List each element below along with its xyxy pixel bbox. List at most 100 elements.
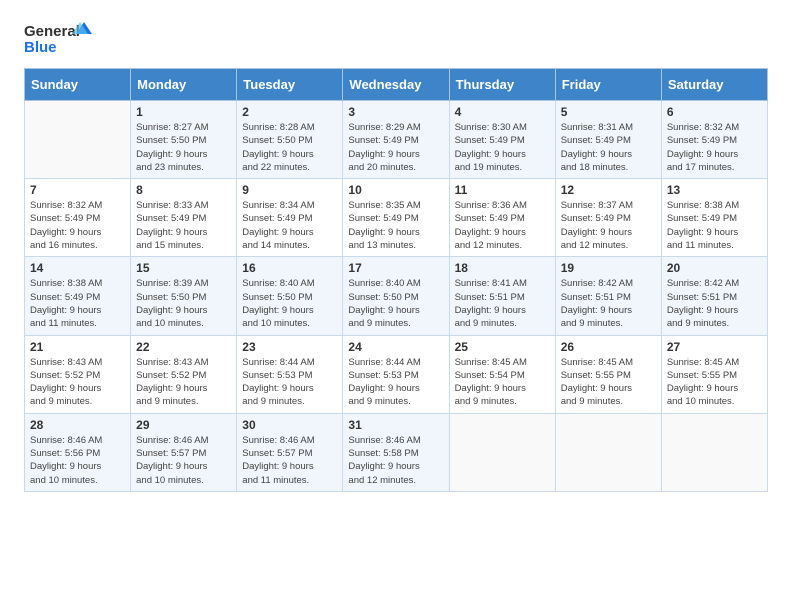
calendar-header-row: SundayMondayTuesdayWednesdayThursdayFrid… (25, 69, 768, 101)
calendar-cell: 9Sunrise: 8:34 AMSunset: 5:49 PMDaylight… (237, 179, 343, 257)
day-info: Sunrise: 8:42 AMSunset: 5:51 PMDaylight:… (561, 277, 656, 330)
day-info: Sunrise: 8:32 AMSunset: 5:49 PMDaylight:… (30, 199, 125, 252)
calendar-cell (25, 101, 131, 179)
day-number: 27 (667, 340, 762, 354)
day-info: Sunrise: 8:46 AMSunset: 5:57 PMDaylight:… (242, 434, 337, 487)
calendar-cell: 20 Sunrise: 8:42 AMSunset: 5:51 PMDayligh… (661, 257, 767, 335)
day-number: 17 (348, 261, 443, 275)
calendar-cell: 2 Sunrise: 8:28 AMSunset: 5:50 PMDaylight… (237, 101, 343, 179)
day-number: 15 (136, 261, 231, 275)
day-info: Sunrise: 8:40 AMSunset: 5:50 PMDaylight:… (348, 277, 443, 330)
day-info: Sunrise: 8:44 AMSunset: 5:53 PMDaylight:… (348, 356, 443, 409)
calendar-cell: 11 Sunrise: 8:36 AMSunset: 5:49 PMDayligh… (449, 179, 555, 257)
calendar-cell (449, 413, 555, 491)
svg-text:General: General (24, 23, 80, 40)
day-header-sunday: Sunday (25, 69, 131, 101)
svg-text:Blue: Blue (24, 39, 57, 56)
day-number: 26 (561, 340, 656, 354)
day-info: Sunrise: 8:37 AMSunset: 5:49 PMDaylight:… (561, 199, 656, 252)
calendar-cell: 28Sunrise: 8:46 AMSunset: 5:56 PMDayligh… (25, 413, 131, 491)
day-info: Sunrise: 8:35 AMSunset: 5:49 PMDaylight:… (348, 199, 443, 252)
calendar-cell: 1 Sunrise: 8:27 AMSunset: 5:50 PMDaylight… (131, 101, 237, 179)
calendar-week-row: 28Sunrise: 8:46 AMSunset: 5:56 PMDayligh… (25, 413, 768, 491)
day-info: Sunrise: 8:38 AMSunset: 5:49 PMDaylight:… (667, 199, 762, 252)
day-number: 14 (30, 261, 125, 275)
calendar-cell (661, 413, 767, 491)
day-info: Sunrise: 8:42 AMSunset: 5:51 PMDaylight:… (667, 277, 762, 330)
day-info: Sunrise: 8:43 AMSunset: 5:52 PMDaylight:… (136, 356, 231, 409)
calendar-week-row: 1 Sunrise: 8:27 AMSunset: 5:50 PMDaylight… (25, 101, 768, 179)
day-header-thursday: Thursday (449, 69, 555, 101)
day-header-friday: Friday (555, 69, 661, 101)
day-number: 20 (667, 261, 762, 275)
calendar-cell: 21 Sunrise: 8:43 AMSunset: 5:52 PMDayligh… (25, 335, 131, 413)
calendar-cell: 23 Sunrise: 8:44 AMSunset: 5:53 PMDayligh… (237, 335, 343, 413)
calendar-cell: 27Sunrise: 8:45 AMSunset: 5:55 PMDayligh… (661, 335, 767, 413)
logo: General Blue (24, 20, 94, 60)
calendar-cell: 30Sunrise: 8:46 AMSunset: 5:57 PMDayligh… (237, 413, 343, 491)
day-header-tuesday: Tuesday (237, 69, 343, 101)
day-number: 21 (30, 340, 125, 354)
day-info: Sunrise: 8:30 AMSunset: 5:49 PMDaylight:… (455, 121, 550, 174)
calendar-cell: 31 Sunrise: 8:46 AMSunset: 5:58 PMDayligh… (343, 413, 449, 491)
day-info: Sunrise: 8:36 AMSunset: 5:49 PMDaylight:… (455, 199, 550, 252)
calendar-cell: 12 Sunrise: 8:37 AMSunset: 5:49 PMDayligh… (555, 179, 661, 257)
day-number: 6 (667, 105, 762, 119)
calendar-cell: 10 Sunrise: 8:35 AMSunset: 5:49 PMDayligh… (343, 179, 449, 257)
day-header-wednesday: Wednesday (343, 69, 449, 101)
day-number: 2 (242, 105, 337, 119)
calendar-cell: 8Sunrise: 8:33 AMSunset: 5:49 PMDaylight… (131, 179, 237, 257)
page-header: General Blue (24, 20, 768, 60)
calendar-table: SundayMondayTuesdayWednesdayThursdayFrid… (24, 68, 768, 492)
day-info: Sunrise: 8:39 AMSunset: 5:50 PMDaylight:… (136, 277, 231, 330)
day-header-saturday: Saturday (661, 69, 767, 101)
calendar-cell: 26Sunrise: 8:45 AMSunset: 5:55 PMDayligh… (555, 335, 661, 413)
calendar-cell: 4Sunrise: 8:30 AMSunset: 5:49 PMDaylight… (449, 101, 555, 179)
calendar-cell: 25 Sunrise: 8:45 AMSunset: 5:54 PMDayligh… (449, 335, 555, 413)
day-number: 12 (561, 183, 656, 197)
day-number: 8 (136, 183, 231, 197)
day-number: 11 (455, 183, 550, 197)
day-number: 22 (136, 340, 231, 354)
day-info: Sunrise: 8:38 AMSunset: 5:49 PMDaylight:… (30, 277, 125, 330)
calendar-cell: 18Sunrise: 8:41 AMSunset: 5:51 PMDayligh… (449, 257, 555, 335)
calendar-week-row: 7 Sunrise: 8:32 AMSunset: 5:49 PMDaylight… (25, 179, 768, 257)
day-info: Sunrise: 8:28 AMSunset: 5:50 PMDaylight:… (242, 121, 337, 174)
day-number: 9 (242, 183, 337, 197)
day-info: Sunrise: 8:46 AMSunset: 5:56 PMDaylight:… (30, 434, 125, 487)
day-info: Sunrise: 8:46 AMSunset: 5:58 PMDaylight:… (348, 434, 443, 487)
day-info: Sunrise: 8:45 AMSunset: 5:54 PMDaylight:… (455, 356, 550, 409)
day-info: Sunrise: 8:41 AMSunset: 5:51 PMDaylight:… (455, 277, 550, 330)
day-number: 31 (348, 418, 443, 432)
calendar-cell: 24Sunrise: 8:44 AMSunset: 5:53 PMDayligh… (343, 335, 449, 413)
logo-svg: General Blue (24, 20, 94, 60)
day-info: Sunrise: 8:44 AMSunset: 5:53 PMDaylight:… (242, 356, 337, 409)
calendar-cell: 16Sunrise: 8:40 AMSunset: 5:50 PMDayligh… (237, 257, 343, 335)
calendar-week-row: 14 Sunrise: 8:38 AMSunset: 5:49 PMDayligh… (25, 257, 768, 335)
day-info: Sunrise: 8:40 AMSunset: 5:50 PMDaylight:… (242, 277, 337, 330)
day-number: 1 (136, 105, 231, 119)
day-number: 3 (348, 105, 443, 119)
day-info: Sunrise: 8:27 AMSunset: 5:50 PMDaylight:… (136, 121, 231, 174)
day-number: 5 (561, 105, 656, 119)
day-number: 25 (455, 340, 550, 354)
calendar-cell: 15 Sunrise: 8:39 AMSunset: 5:50 PMDayligh… (131, 257, 237, 335)
calendar-cell: 14 Sunrise: 8:38 AMSunset: 5:49 PMDayligh… (25, 257, 131, 335)
day-number: 13 (667, 183, 762, 197)
calendar-cell: 29Sunrise: 8:46 AMSunset: 5:57 PMDayligh… (131, 413, 237, 491)
day-number: 23 (242, 340, 337, 354)
day-info: Sunrise: 8:29 AMSunset: 5:49 PMDaylight:… (348, 121, 443, 174)
calendar-cell (555, 413, 661, 491)
calendar-cell: 17 Sunrise: 8:40 AMSunset: 5:50 PMDayligh… (343, 257, 449, 335)
calendar-cell: 7 Sunrise: 8:32 AMSunset: 5:49 PMDaylight… (25, 179, 131, 257)
day-number: 7 (30, 183, 125, 197)
calendar-cell: 22 Sunrise: 8:43 AMSunset: 5:52 PMDayligh… (131, 335, 237, 413)
day-info: Sunrise: 8:43 AMSunset: 5:52 PMDaylight:… (30, 356, 125, 409)
day-header-monday: Monday (131, 69, 237, 101)
day-info: Sunrise: 8:31 AMSunset: 5:49 PMDaylight:… (561, 121, 656, 174)
calendar-week-row: 21 Sunrise: 8:43 AMSunset: 5:52 PMDayligh… (25, 335, 768, 413)
day-number: 19 (561, 261, 656, 275)
calendar-cell: 3 Sunrise: 8:29 AMSunset: 5:49 PMDaylight… (343, 101, 449, 179)
day-number: 10 (348, 183, 443, 197)
calendar-cell: 5 Sunrise: 8:31 AMSunset: 5:49 PMDaylight… (555, 101, 661, 179)
